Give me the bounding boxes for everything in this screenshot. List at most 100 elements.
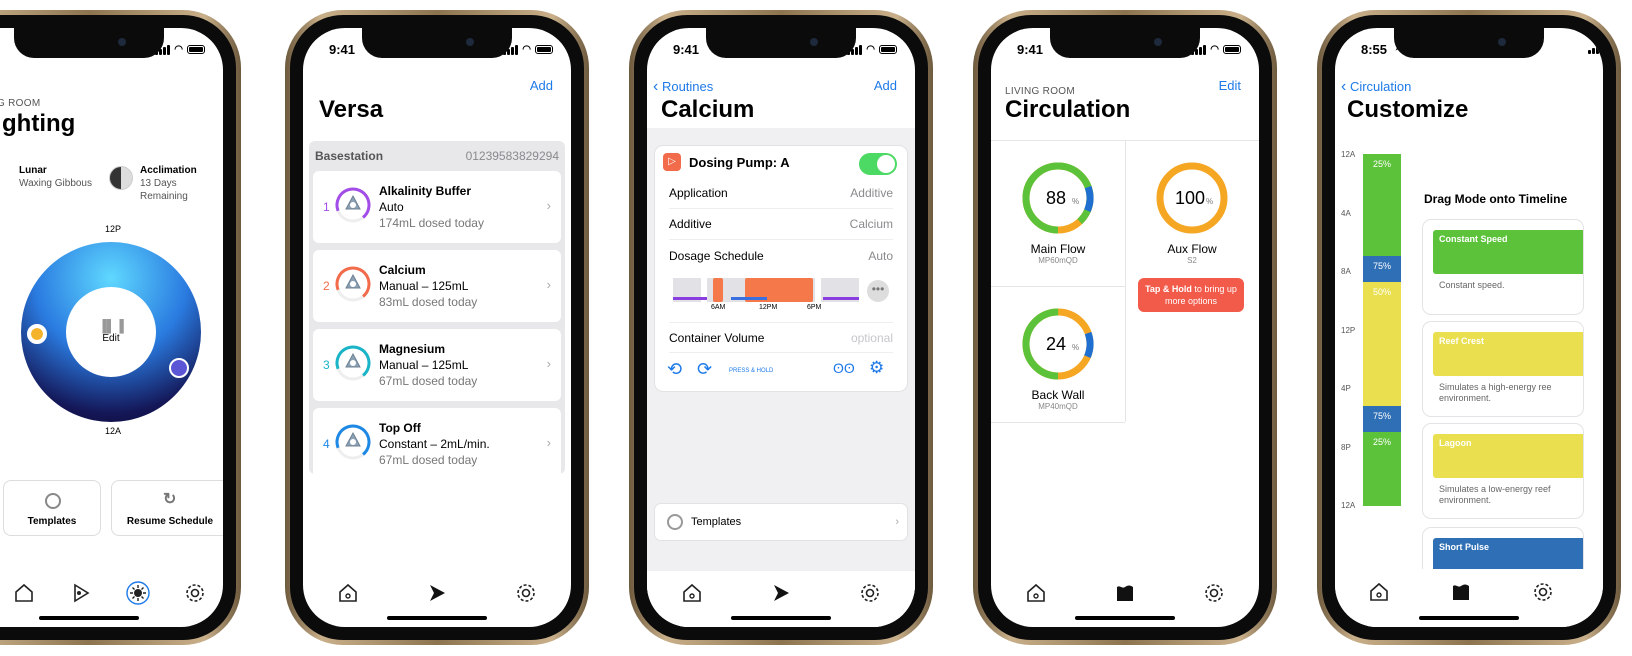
additive-row[interactable]: Additive Calcium xyxy=(669,209,893,240)
pump-dosed: 174mL dosed today xyxy=(379,216,484,230)
pump-tab-icon[interactable] xyxy=(769,581,793,605)
pump-card[interactable]: 2 Calcium Manual – 125mL 83mL dosed today › xyxy=(313,250,561,322)
phone-circulation: 9:41 ◠ LIVING ROOM Edit Circulation 88% M… xyxy=(973,10,1277,645)
resume-schedule-button[interactable]: ↻ Resume Schedule xyxy=(111,480,223,536)
home-icon[interactable] xyxy=(1024,581,1048,605)
application-row[interactable]: Application Additive xyxy=(669,178,893,209)
notch xyxy=(1050,28,1200,58)
more-button[interactable]: ••• xyxy=(867,280,889,302)
add-button[interactable]: Add xyxy=(530,78,553,93)
timeline-segment[interactable]: 50% xyxy=(1363,282,1401,406)
sync-icon[interactable]: ⟲ xyxy=(667,359,682,380)
timeline-tick: 4A xyxy=(1341,208,1351,218)
pump-card[interactable]: 4 Top Off Constant – 2mL/min. 67mL dosed to… xyxy=(313,408,561,480)
settings-icon[interactable] xyxy=(183,581,207,605)
refresh-icon[interactable]: ⟳ xyxy=(697,359,712,380)
segment-label: 75% xyxy=(1372,261,1391,271)
home-indicator xyxy=(39,616,139,620)
back-button[interactable]: ‹ Routines xyxy=(653,78,713,96)
lunar-value: Waxing Gibbous xyxy=(19,178,92,189)
mode-card[interactable]: Constant Speed Constant speed. xyxy=(1423,220,1583,314)
dial-center-edit[interactable]: ▐▌▐ Edit xyxy=(66,287,156,377)
moon-phase-icon xyxy=(109,166,133,190)
tick-6pm: 6PM xyxy=(807,304,822,311)
dosage-timeline[interactable] xyxy=(673,278,859,302)
pump-logo-icon: ▷ xyxy=(663,153,681,171)
settings-icon[interactable] xyxy=(1202,581,1226,605)
gauge-model: MP40mQD xyxy=(1038,402,1078,411)
mode-card[interactable]: Reef Crest Simulates a high-energy ree en… xyxy=(1423,322,1583,416)
pump-list: 1 Alkalinity Buffer Auto 174mL dosed today ›… xyxy=(309,171,565,480)
edit-button[interactable]: Edit xyxy=(1219,78,1241,93)
waves-tab-icon[interactable] xyxy=(1449,580,1473,604)
pump-toggle[interactable] xyxy=(859,153,897,175)
mode-band: Reef Crest xyxy=(1433,332,1583,376)
gauge-name: Back Wall xyxy=(1031,388,1085,402)
schedule-row[interactable]: Dosage Schedule Auto xyxy=(669,240,893,271)
container-volume-row[interactable]: Container Volume optional xyxy=(669,322,893,353)
pump-tab-icon[interactable] xyxy=(425,581,449,605)
waves-tab-icon[interactable] xyxy=(1113,581,1137,605)
timeline-segment[interactable]: 75% xyxy=(1363,406,1401,432)
timeline-segment[interactable]: 25% xyxy=(1363,154,1401,256)
timeline-bar[interactable]: 25% 75% 50% 75% 25% xyxy=(1363,154,1401,506)
home-indicator xyxy=(731,616,831,620)
gauge-ring: 24% xyxy=(1022,308,1094,380)
pump-name: Calcium xyxy=(379,263,426,277)
gauge-1[interactable]: 88% Main Flow MP60mQD xyxy=(1011,158,1105,265)
pump-mode: Manual – 125mL xyxy=(379,358,469,372)
mode-name: Short Pulse xyxy=(1439,542,1490,552)
additive-value: Calcium xyxy=(849,217,893,231)
drops-icon[interactable]: ʘʘ xyxy=(833,360,855,376)
status-time: 8:55 xyxy=(1361,42,1388,57)
timeline-segment[interactable]: 75% xyxy=(1363,256,1401,282)
notch xyxy=(14,28,164,58)
gear-icon[interactable]: ⚙ xyxy=(869,358,884,378)
sun-handle[interactable] xyxy=(27,324,47,344)
dial-bottom-label: 12A xyxy=(105,426,122,436)
moon-handle[interactable] xyxy=(169,358,189,378)
add-button[interactable]: Add xyxy=(874,78,897,93)
drag-hint: Drag Mode onto Timeline xyxy=(1424,192,1568,206)
home-icon[interactable] xyxy=(1367,580,1391,604)
gauge-name: Main Flow xyxy=(1030,242,1086,256)
home-icon[interactable] xyxy=(12,581,36,605)
chevron-left-icon: ‹ xyxy=(1341,78,1347,95)
back-label: Routines xyxy=(661,79,714,94)
grid-line xyxy=(991,422,1125,423)
basestation-header: Basestation 01239583829294 xyxy=(309,141,565,171)
status-icons: ◠ xyxy=(155,44,205,55)
sun-tab-icon[interactable] xyxy=(125,581,150,605)
gauge-3[interactable]: 24% Back Wall MP40mQD xyxy=(1011,304,1105,411)
back-button[interactable]: ‹ Circulation xyxy=(1341,78,1411,96)
home-icon[interactable] xyxy=(680,581,704,605)
pump-ring-icon xyxy=(335,345,371,381)
templates-button[interactable]: Templates xyxy=(3,480,101,536)
timeline-tick: 8P xyxy=(1341,442,1351,452)
home-icon[interactable] xyxy=(336,581,360,605)
pump-mode: Constant – 2mL/min. xyxy=(379,437,490,451)
page-title: Calcium xyxy=(661,96,755,123)
back-label: Circulation xyxy=(1349,79,1412,94)
status-icons: ◠ xyxy=(847,44,897,55)
timeline-segment[interactable]: 25% xyxy=(1363,432,1401,506)
pump-card[interactable]: 1 Alkalinity Buffer Auto 174mL dosed today › xyxy=(313,171,561,243)
pump-name: Top Off xyxy=(379,421,421,435)
settings-icon[interactable] xyxy=(514,581,538,605)
settings-icon[interactable] xyxy=(1531,580,1555,604)
templates-row[interactable]: Templates › xyxy=(655,504,907,540)
chevron-right-icon: › xyxy=(546,435,551,450)
tab-bar xyxy=(0,573,223,613)
pump-icon[interactable] xyxy=(69,581,93,605)
dose-gap xyxy=(815,278,821,302)
light-dial[interactable]: ▐▌▐ Edit xyxy=(21,242,201,422)
chart-icon: ▐▌▐ xyxy=(98,319,124,333)
pump-ring-icon xyxy=(335,424,371,460)
mode-name: Lagoon xyxy=(1439,438,1472,448)
pump-card[interactable]: 3 Magnesium Manual – 125mL 67mL dosed today… xyxy=(313,329,561,401)
settings-icon[interactable] xyxy=(858,581,882,605)
gauge-model: MP60mQD xyxy=(1038,256,1078,265)
gauge-2[interactable]: 100% Aux Flow S2 xyxy=(1145,158,1239,265)
mode-card[interactable]: Lagoon Simulates a low-energy reef enviro… xyxy=(1423,424,1583,518)
page-title: Customize xyxy=(1347,96,1469,123)
